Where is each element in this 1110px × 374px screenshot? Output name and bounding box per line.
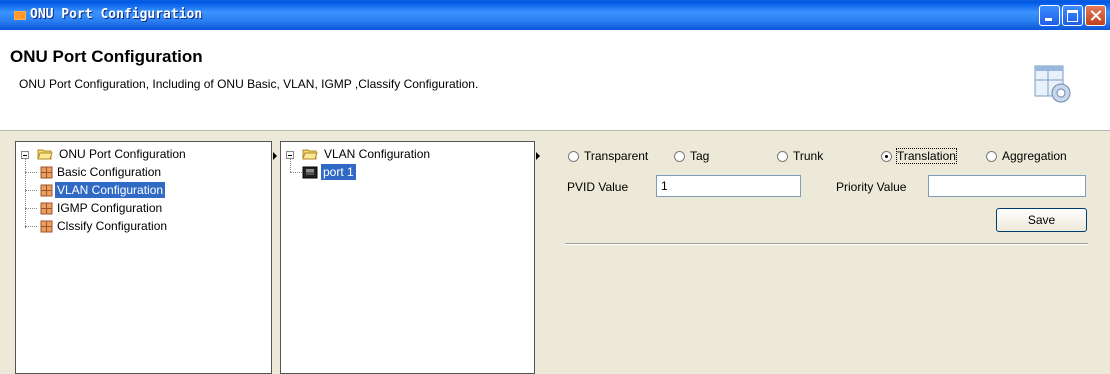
configuration-icon <box>1034 65 1071 103</box>
onu-port-tree[interactable]: ONU Port Configuration Basic Configurati… <box>15 141 272 374</box>
page-header: ONU Port Configuration ONU Port Configur… <box>0 30 1110 131</box>
splitter-left[interactable] <box>273 132 279 374</box>
pvid-label: PVID Value <box>567 180 629 194</box>
radio-label: Trunk <box>793 149 824 163</box>
radio-button[interactable] <box>568 151 579 162</box>
radio-label: Transparent <box>584 149 649 163</box>
page-description: ONU Port Configuration, Including of ONU… <box>19 77 479 91</box>
radio-label: Tag <box>690 149 710 163</box>
splitter-arrow-icon[interactable] <box>536 152 540 160</box>
tree-item-label: Basic Configuration <box>57 165 162 179</box>
grid-node-icon <box>40 220 53 233</box>
tree-root-label: VLAN Configuration <box>324 147 431 161</box>
priority-label: Priority Value <box>836 180 907 194</box>
tree-item-label: IGMP Configuration <box>57 201 163 215</box>
minimize-button[interactable] <box>1039 5 1060 26</box>
vlan-port-tree[interactable]: VLAN Configuration port 1 <box>280 141 535 374</box>
tree-root-label: ONU Port Configuration <box>59 147 186 161</box>
page-title: ONU Port Configuration <box>10 47 203 66</box>
radio-label: Translation <box>896 148 957 164</box>
close-button[interactable] <box>1085 5 1106 26</box>
folder-open-icon <box>302 149 318 160</box>
radio-label: Aggregation <box>1002 149 1067 163</box>
radio-button[interactable] <box>674 151 685 162</box>
window-title: ONU Port Configuration <box>30 7 203 22</box>
grid-node-icon <box>40 166 53 179</box>
vlan-settings-panel: Transparent Tag Trunk Translation Aggreg… <box>541 141 1110 374</box>
collapse-icon[interactable] <box>286 151 294 159</box>
tree-item-label-selected: VLAN Configuration <box>55 182 166 198</box>
pvid-input[interactable] <box>656 175 801 197</box>
grid-node-icon <box>40 202 53 215</box>
separator <box>565 243 1088 245</box>
ethernet-port-icon <box>302 166 318 179</box>
radio-button[interactable] <box>986 151 997 162</box>
collapse-icon[interactable] <box>21 151 29 159</box>
app-icon <box>14 11 26 20</box>
save-button[interactable]: Save <box>996 208 1087 232</box>
grid-node-icon <box>40 184 53 197</box>
folder-open-icon <box>37 149 53 160</box>
splitter-arrow-icon[interactable] <box>273 152 277 160</box>
tree-item-label: Clssify Configuration <box>57 219 168 233</box>
radio-button-checked[interactable] <box>881 151 892 162</box>
priority-input[interactable] <box>928 175 1086 197</box>
maximize-button[interactable] <box>1062 5 1083 26</box>
radio-button[interactable] <box>777 151 788 162</box>
tree-item-label-selected: port 1 <box>321 164 356 180</box>
window-titlebar[interactable]: ONU Port Configuration <box>0 0 1110 30</box>
